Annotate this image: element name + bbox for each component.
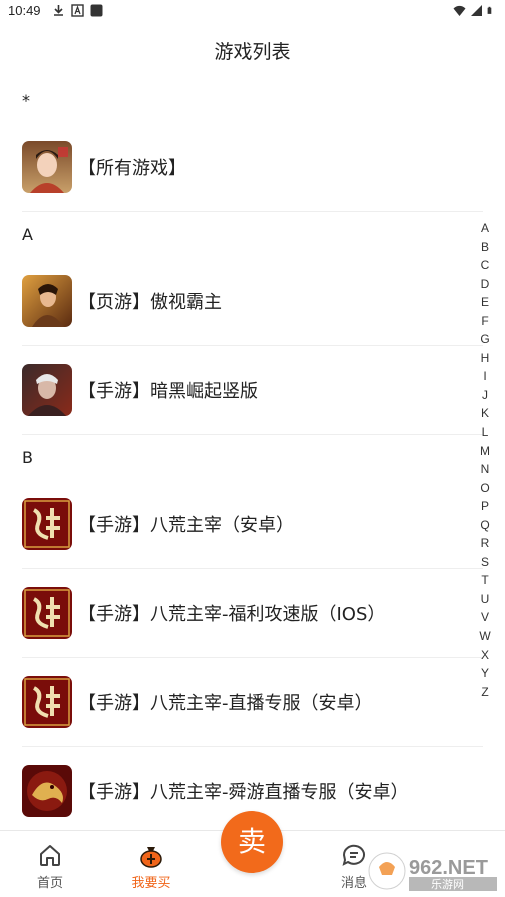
alpha-letter[interactable]: W	[479, 627, 490, 646]
list-item[interactable]: 【手游】八荒主宰-福利攻速版（IOS）	[22, 569, 483, 658]
battery-icon	[487, 6, 492, 14]
alpha-letter[interactable]: G	[480, 330, 489, 349]
alpha-letter[interactable]: C	[481, 256, 490, 275]
item-label: 【手游】八荒主宰（安卓）	[78, 515, 294, 536]
nav-buy[interactable]: 我要买	[111, 841, 191, 891]
item-label: 【页游】傲视霸主	[78, 292, 222, 313]
sell-button[interactable]: 卖	[221, 811, 283, 873]
nav-home[interactable]: 首页	[10, 841, 90, 891]
alpha-letter[interactable]: R	[481, 534, 490, 553]
a-icon	[71, 4, 84, 17]
alpha-letter[interactable]: A	[481, 219, 489, 238]
alpha-letter[interactable]: H	[481, 349, 490, 368]
chuanshi-logo-icon	[22, 587, 72, 639]
download-icon	[54, 5, 63, 16]
game-list[interactable]: * 【所有游戏】 A 【页游】傲视霸主 【手游】暗黑崛起竖版 B 【手游】八荒主…	[0, 78, 505, 830]
list-item[interactable]: 【页游】傲视霸主	[22, 257, 483, 346]
alpha-letter[interactable]: Y	[481, 664, 489, 683]
item-label: 【手游】八荒主宰-舜游直播专服（安卓）	[78, 782, 409, 803]
watermark-subtext: 乐游网	[431, 878, 464, 891]
alpha-letter[interactable]: O	[480, 479, 489, 498]
watermark-logo: 962.NET 乐游网	[365, 849, 501, 893]
section-header: B	[22, 448, 33, 467]
alpha-letter[interactable]: E	[481, 293, 489, 312]
list-item[interactable]: 【所有游戏】	[22, 123, 483, 212]
page-title: 游戏列表	[214, 41, 291, 63]
alpha-letter[interactable]: I	[483, 367, 486, 386]
alpha-letter[interactable]: P	[481, 497, 489, 516]
alpha-letter[interactable]: Q	[480, 516, 489, 535]
section-header: A	[22, 225, 33, 244]
dragon-logo-icon	[22, 765, 72, 817]
status-time: 10:49	[8, 3, 41, 18]
list-item[interactable]: 【手游】暗黑崛起竖版	[22, 346, 483, 435]
alpha-letter[interactable]: V	[481, 608, 489, 627]
alphabet-index[interactable]: ABCDEFGHIJKLMNOPQRSTUVWXYZ	[477, 219, 493, 701]
list-item[interactable]: 【手游】八荒主宰（安卓）	[22, 480, 483, 569]
home-icon	[40, 845, 60, 866]
status-icons-left	[52, 4, 103, 17]
chuanshi-logo-icon	[22, 498, 72, 550]
item-label: 【手游】八荒主宰-直播专服（安卓）	[78, 693, 373, 714]
alpha-letter[interactable]: M	[480, 442, 490, 461]
status-icons-right	[453, 4, 495, 17]
alpha-letter[interactable]: Z	[481, 683, 488, 702]
alpha-letter[interactable]: T	[481, 571, 488, 590]
wifi-icon	[453, 5, 466, 16]
dark-warrior-portrait-icon	[22, 364, 72, 416]
item-label: 【手游】八荒主宰-福利攻速版（IOS）	[78, 604, 386, 625]
square-icon	[90, 4, 103, 17]
alpha-letter[interactable]: B	[481, 238, 489, 257]
nav-buy-label: 我要买	[131, 876, 171, 891]
alpha-letter[interactable]: L	[482, 423, 489, 442]
watermark-text: 962.NET	[409, 857, 488, 879]
money-bag-icon	[140, 847, 162, 868]
alpha-letter[interactable]: K	[481, 404, 489, 423]
item-label: 【所有游戏】	[78, 158, 186, 179]
message-icon	[342, 844, 365, 866]
character-portrait-icon	[22, 141, 72, 193]
item-label: 【手游】暗黑崛起竖版	[78, 381, 258, 402]
status-bar: 10:49	[0, 0, 505, 22]
alpha-letter[interactable]: D	[481, 275, 490, 294]
section-header: *	[22, 91, 30, 110]
alpha-letter[interactable]: S	[481, 553, 489, 572]
list-item[interactable]: 【手游】八荒主宰-直播专服（安卓）	[22, 658, 483, 747]
alpha-letter[interactable]: F	[481, 312, 488, 331]
alpha-letter[interactable]: J	[482, 386, 488, 405]
alpha-letter[interactable]: X	[481, 646, 489, 665]
warrior-portrait-icon	[22, 275, 72, 327]
alpha-letter[interactable]: N	[481, 460, 490, 479]
alpha-letter[interactable]: U	[481, 590, 490, 609]
nav-home-label: 首页	[36, 876, 63, 891]
chuanshi-logo-icon	[22, 676, 72, 728]
header: 游戏列表	[0, 22, 505, 78]
signal-icon	[471, 5, 482, 16]
